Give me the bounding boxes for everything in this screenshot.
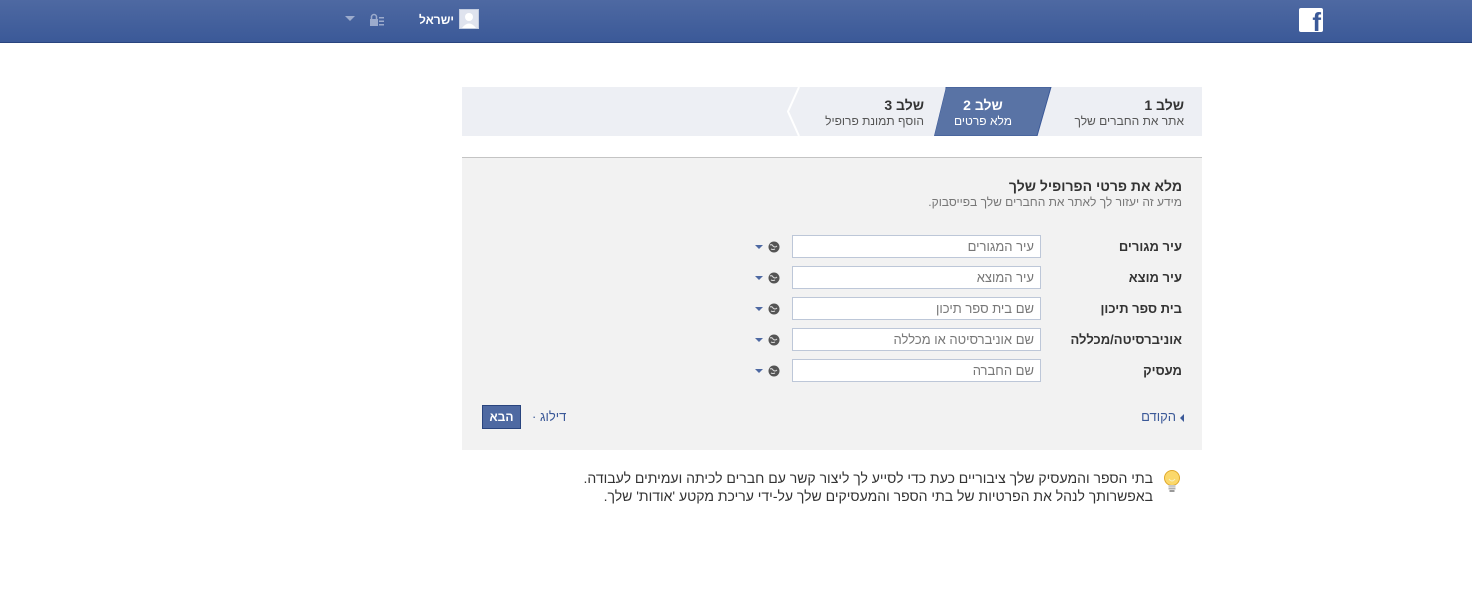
previous-label: הקודם	[1141, 409, 1176, 424]
step-2-active: שלב 2 מלא פרטים	[938, 87, 1028, 136]
skip-link[interactable]: דילוג ·	[532, 409, 566, 424]
form-title: מלא את פרטי הפרופיל שלך	[1008, 178, 1182, 194]
form-subtitle: מידע זה יעזור לך לאתר את החברים שלך בפיי…	[928, 195, 1182, 209]
form-header: מלא את פרטי הפרופיל שלך מידע זה יעזור לך…	[582, 178, 1182, 209]
wizard-steps: שלב 1 אתר את החברים שלך שלב 2 מלא פרטים …	[462, 87, 1202, 136]
field-row-high-school: בית ספר תיכון	[462, 297, 1202, 321]
step-2-title: שלב 2	[963, 97, 1003, 113]
privacy-shortcuts-lock-icon[interactable]	[369, 13, 385, 27]
employer-input[interactable]	[792, 359, 1041, 382]
lightbulb-icon	[1164, 470, 1180, 492]
tip-line-2: באפשרותך לנהל את הפרטיות של בתי הספר והמ…	[603, 488, 1153, 504]
high-school-input[interactable]	[792, 297, 1041, 320]
next-button[interactable]: הבא	[482, 405, 521, 429]
profile-name-link[interactable]: ישראל	[400, 13, 454, 27]
avatar[interactable]	[459, 9, 479, 29]
privacy-globe-dropdown-icon[interactable]	[753, 270, 783, 286]
privacy-globe-dropdown-icon[interactable]	[753, 363, 783, 379]
previous-link[interactable]: הקודם	[1141, 409, 1184, 424]
field-row-hometown: עיר מוצא	[462, 266, 1202, 290]
step-3: שלב 3 הוסף תמונת פרופיל	[764, 87, 924, 136]
hometown-label: עיר מוצא	[1128, 270, 1182, 285]
profile-info-form-panel: מלא את פרטי הפרופיל שלך מידע זה יעזור לך…	[462, 157, 1202, 450]
current-city-input[interactable]	[792, 235, 1041, 258]
high-school-label: בית ספר תיכון	[1100, 301, 1183, 316]
step-3-title: שלב 3	[884, 97, 924, 113]
privacy-globe-dropdown-icon[interactable]	[753, 239, 783, 255]
college-label: אוניברסיטה/מכללה	[1070, 332, 1182, 347]
field-row-current-city: עיר מגורים	[462, 235, 1202, 259]
step-3-subtitle: הוסף תמונת פרופיל	[825, 114, 924, 128]
hometown-input[interactable]	[792, 266, 1041, 289]
tip-line-1: בתי הספר והמעסיק שלך ציבוריים כעת כדי לס…	[583, 470, 1154, 486]
facebook-logo[interactable]: f	[1299, 8, 1323, 32]
privacy-globe-dropdown-icon[interactable]	[753, 332, 783, 348]
current-city-label: עיר מגורים	[1118, 239, 1182, 254]
left-arrow-icon	[1180, 413, 1184, 422]
account-menu-chevron-down-icon[interactable]	[345, 16, 355, 21]
logo-letter: f	[1312, 8, 1321, 32]
field-row-employer: מעסיק	[462, 359, 1202, 383]
step-2-subtitle: מלא פרטים	[954, 114, 1012, 128]
privacy-globe-dropdown-icon[interactable]	[753, 301, 783, 317]
college-input[interactable]	[792, 328, 1041, 351]
field-row-college: אוניברסיטה/מכללה	[462, 328, 1202, 352]
top-navigation-bar: f ישראל	[0, 0, 1472, 43]
privacy-tip: בתי הספר והמעסיק שלך ציבוריים כעת כדי לס…	[480, 469, 1154, 505]
employer-label: מעסיק	[1143, 363, 1182, 378]
